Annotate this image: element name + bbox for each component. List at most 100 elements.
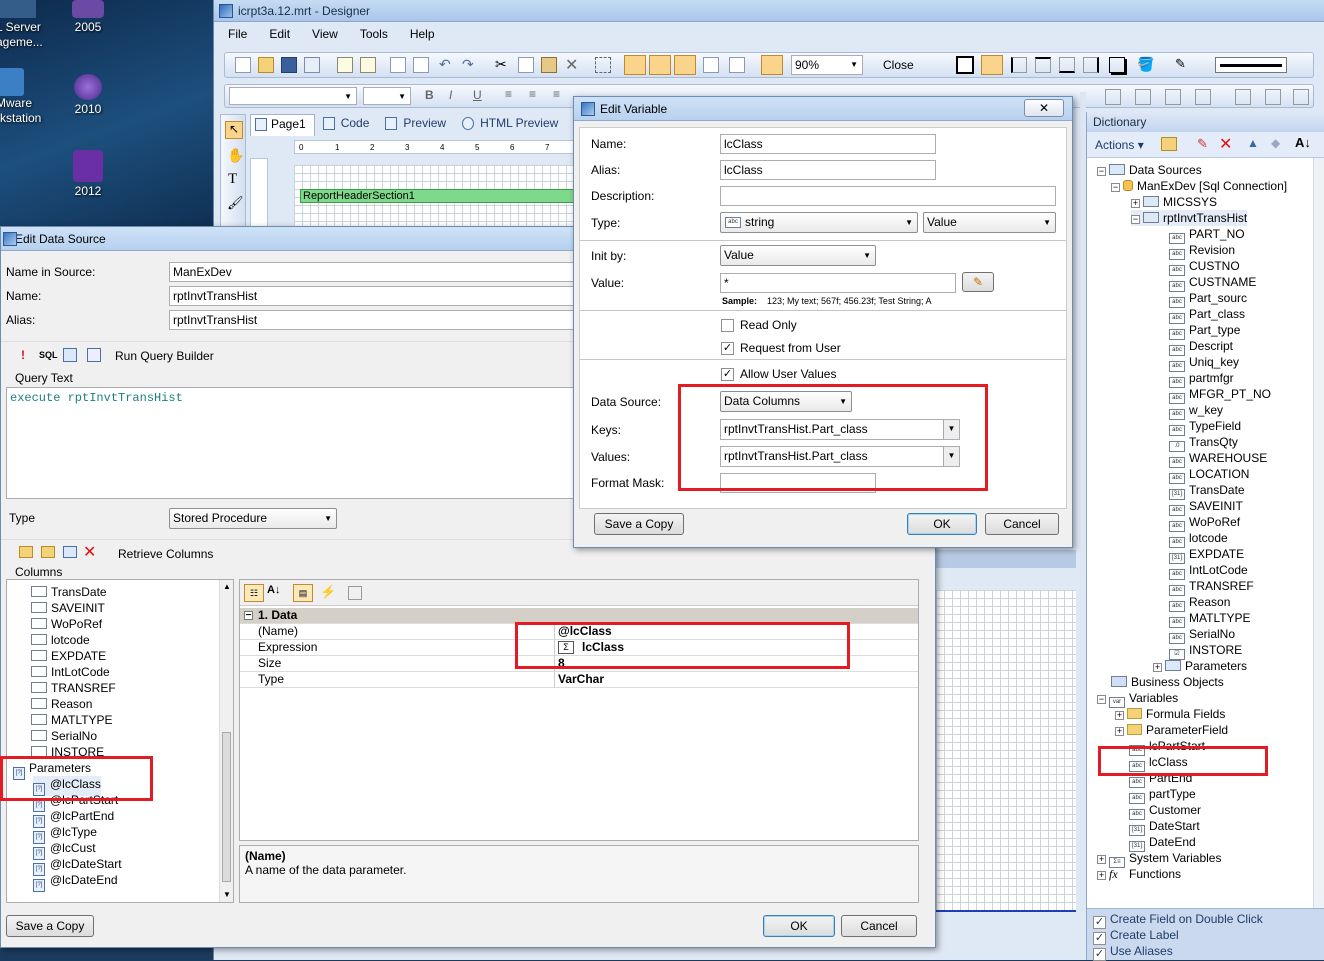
vs2005-icon[interactable]: 2005: [68, 0, 108, 35]
report-canvas-right[interactable]: [936, 590, 1076, 912]
new-calculated-column-icon[interactable]: [41, 546, 55, 558]
column-item[interactable]: lotcode: [31, 632, 90, 648]
delete-column-icon[interactable]: ✕: [83, 542, 96, 562]
align-right-icon[interactable]: ≡: [553, 87, 560, 101]
font-size-combo[interactable]: ▼: [363, 87, 411, 105]
checkbox-icon[interactable]: ✓: [1093, 948, 1106, 961]
page-setup-icon[interactable]: [360, 57, 376, 73]
report-icon[interactable]: [390, 57, 406, 73]
column-item[interactable]: EXPDATE: [31, 648, 106, 664]
scroll-up-icon[interactable]: ▲: [223, 582, 231, 591]
new-item-icon[interactable]: [1161, 137, 1177, 151]
variable-description-input[interactable]: [720, 186, 1056, 206]
move-up-icon[interactable]: ▲: [1247, 136, 1259, 150]
property-row[interactable]: Type VarChar: [240, 672, 918, 688]
column-item[interactable]: MATLTYPE: [31, 712, 113, 728]
expand-icon[interactable]: +: [1115, 711, 1124, 720]
retrieve-columns-button[interactable]: Retrieve Columns: [118, 547, 213, 561]
align-to-grid-icon[interactable]: [649, 55, 671, 75]
variable-value-input[interactable]: *: [720, 273, 956, 293]
sql-button[interactable]: SQL: [39, 350, 58, 360]
font-name-combo[interactable]: ▼: [229, 87, 357, 105]
vmware-icon[interactable]: Mware rkstation: [0, 68, 56, 126]
print-preview-icon[interactable]: [304, 57, 320, 73]
tree-micssys[interactable]: + MICSSYS: [1131, 194, 1217, 210]
new-icon[interactable]: [235, 57, 251, 73]
border-all-icon[interactable]: [956, 56, 974, 74]
zoom-combo[interactable]: 90% ▼: [791, 55, 863, 75]
name-input[interactable]: rptInvtTransHist: [169, 286, 579, 306]
collapse-icon[interactable]: −: [244, 611, 253, 621]
property-value[interactable]: VarChar: [558, 672, 604, 687]
toolbox-icon[interactable]: [703, 57, 719, 73]
tab-preview[interactable]: Preview: [381, 114, 454, 136]
name-in-source-input[interactable]: ManExDev: [169, 262, 579, 282]
tree-connection[interactable]: − ManExDev [Sql Connection]: [1111, 178, 1287, 194]
tree-table-rptinvttranshist[interactable]: − rptInvtTransHist: [1131, 210, 1248, 226]
align-center-icon[interactable]: ≡: [529, 87, 536, 101]
underline-icon[interactable]: U: [473, 88, 482, 102]
option-use-aliases[interactable]: ✓ Use Aliases: [1093, 943, 1173, 961]
menu-edit[interactable]: Edit: [269, 27, 290, 41]
columns-scrollbar[interactable]: ▲ ▼: [219, 580, 233, 902]
pointer-tool-icon[interactable]: ↖: [225, 121, 243, 139]
cut-icon[interactable]: ✂: [495, 57, 511, 73]
dictionary-scrollbar[interactable]: [1313, 158, 1324, 918]
border-none-icon[interactable]: [981, 55, 1003, 75]
paste-icon[interactable]: [541, 57, 557, 73]
format-painter-icon[interactable]: 🖌: [227, 195, 244, 211]
alphabetical-icon[interactable]: A↓: [267, 584, 280, 596]
variable-name-input[interactable]: lcClass: [720, 134, 936, 154]
close-preview-button[interactable]: Close: [883, 58, 914, 72]
properties-icon[interactable]: ▤: [293, 584, 313, 602]
save-icon[interactable]: [281, 57, 297, 73]
collapse-icon[interactable]: −: [1097, 167, 1106, 176]
copy-page-icon[interactable]: [413, 57, 429, 73]
line-style-combo[interactable]: [1215, 57, 1287, 73]
size-icon[interactable]: [1135, 89, 1151, 105]
copy-icon[interactable]: [518, 57, 534, 73]
new-column-icon[interactable]: [19, 546, 33, 558]
tab-page1[interactable]: Page1: [250, 114, 315, 136]
categorized-icon[interactable]: ☷: [244, 584, 264, 602]
read-only-checkbox[interactable]: [721, 319, 734, 332]
report-page-canvas[interactable]: ReportHeaderSection1: [294, 165, 584, 230]
column-item[interactable]: WoPoRef: [31, 616, 102, 632]
zoom-icon[interactable]: [761, 55, 783, 75]
select-all-icon[interactable]: [595, 57, 611, 73]
run-icon[interactable]: !: [21, 348, 25, 362]
variable-alias-input[interactable]: lcClass: [720, 160, 936, 180]
variable-type-kind-select[interactable]: Value: [923, 212, 1056, 233]
expand-icon[interactable]: +: [1131, 199, 1140, 208]
column-item[interactable]: TRANSREF: [31, 680, 116, 696]
layout-icon[interactable]: [729, 57, 745, 73]
scroll-down-icon[interactable]: ▼: [223, 890, 231, 899]
column-item[interactable]: IntLotCode: [31, 664, 110, 680]
alias-input[interactable]: rptInvtTransHist: [169, 310, 579, 330]
tree-parameters[interactable]: + Parameters: [1153, 658, 1247, 674]
tree-folder-parameterfield[interactable]: + ParameterField: [1115, 722, 1228, 738]
new-page-icon[interactable]: [337, 57, 353, 73]
vs2010-icon[interactable]: 2010: [68, 74, 108, 117]
tree-business-objects[interactable]: Business Objects: [1111, 674, 1224, 690]
sort-icon[interactable]: A↓: [1295, 135, 1311, 150]
sql-server-icon[interactable]: L Server ageme...: [0, 0, 56, 50]
parameter-item[interactable]: [?] @lcDateEnd: [33, 872, 118, 892]
group-icon[interactable]: [1195, 89, 1211, 105]
query-builder-icon[interactable]: [87, 348, 101, 362]
query-text-editor[interactable]: execute rptInvtTransHist: [6, 387, 581, 499]
order-icon[interactable]: [1165, 89, 1181, 105]
collapse-icon[interactable]: −: [1131, 215, 1140, 224]
edit-expression-icon[interactable]: ✎: [962, 272, 994, 292]
columns-tree[interactable]: TransDate SAVEINIT WoPoRef lotcode EXPDATE In…: [6, 579, 234, 903]
expand-icon[interactable]: +: [1153, 663, 1162, 672]
show-header-icon[interactable]: [674, 55, 696, 75]
open-icon[interactable]: [258, 57, 274, 73]
vs2012-icon[interactable]: 2012: [68, 150, 108, 199]
tree-folder-formula-fields[interactable]: + Formula Fields: [1115, 706, 1225, 722]
bring-front-icon[interactable]: [1235, 89, 1251, 105]
allow-user-values-checkbox[interactable]: ✓: [721, 368, 734, 381]
redo-icon[interactable]: ↷: [462, 57, 478, 73]
variable-type-select[interactable]: abc string: [720, 212, 918, 233]
border-top-icon[interactable]: [1035, 57, 1051, 73]
